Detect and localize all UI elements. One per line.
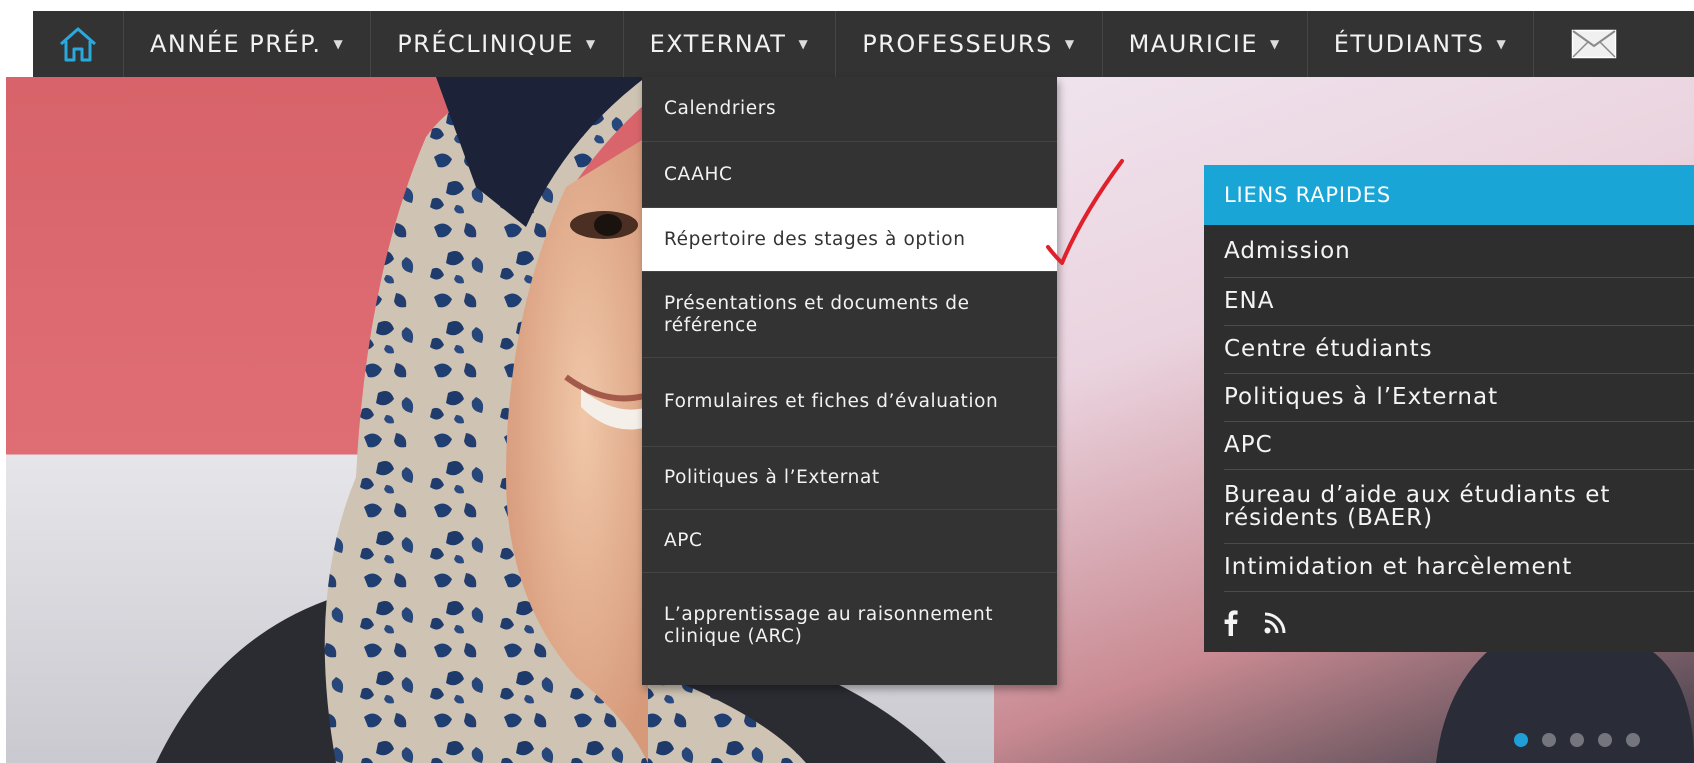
menu-item-presentations[interactable]: Présentations et documents de référence [642,272,1057,358]
nav-item-label: EXTERNAT [649,30,787,58]
nav-item-label: MAURICIE [1128,30,1259,58]
quick-link-label: Admission [1224,237,1351,264]
quick-link-intimidation[interactable]: Intimidation et harcèlement [1224,544,1694,592]
menu-item-label: L’apprentissage au raisonnement clinique… [664,604,994,647]
nav-item-label: PROFESSEURS [862,30,1053,58]
slider-dot[interactable] [1542,733,1556,747]
menu-item-caahc[interactable]: CAAHC [642,142,1057,208]
caret-down-icon: ▼ [798,37,810,51]
menu-item-formulaires[interactable]: Formulaires et fiches d’évaluation [642,358,1057,447]
menu-item-label: Politiques à l’Externat [664,467,880,488]
menu-item-label: Calendriers [664,98,777,119]
caret-down-icon: ▼ [1270,37,1281,51]
facebook-icon[interactable] [1224,610,1238,636]
menu-item-apc[interactable]: APC [642,510,1057,573]
nav-etudiants[interactable]: ÉTUDIANTS ▼ [1308,11,1535,77]
nav-item-label: ÉTUDIANTS [1333,30,1485,58]
caret-down-icon: ▼ [1496,37,1508,51]
menu-item-label: APC [664,530,703,551]
rss-icon[interactable] [1264,612,1286,634]
quick-links-panel: LIENS RAPIDES Admission ENA Centre étudi… [1204,165,1694,652]
caret-down-icon: ▼ [585,37,597,51]
contact-button[interactable] [1534,11,1654,77]
menu-item-calendriers[interactable]: Calendriers [642,77,1057,142]
caret-down-icon: ▼ [1064,37,1076,51]
main-navigation: ANNÉE PRÉP. ▼ PRÉCLINIQUE ▼ EXTERNAT ▼ P… [33,11,1694,77]
menu-item-repertoire-stages[interactable]: Répertoire des stages à option [642,208,1057,272]
nav-professeurs[interactable]: PROFESSEURS ▼ [836,11,1103,77]
menu-item-label: Présentations et documents de référence [664,292,970,336]
social-links [1224,592,1694,654]
nav-item-label: PRÉCLINIQUE [397,30,574,58]
slider-dot[interactable] [1598,733,1612,747]
caret-down-icon: ▼ [333,37,345,51]
mail-icon [1571,29,1617,59]
nav-mauricie[interactable]: MAURICIE ▼ [1103,11,1308,77]
nav-item-label: ANNÉE PRÉP. [150,30,322,58]
quick-link-admission[interactable]: Admission [1224,225,1694,278]
home-button[interactable] [33,11,124,77]
menu-item-label: Formulaires et fiches d’évaluation [664,391,999,412]
menu-item-label: CAAHC [664,163,733,185]
nav-annee-prep[interactable]: ANNÉE PRÉP. ▼ [124,11,372,77]
red-checkmark-annotation [1046,159,1124,265]
quick-link-label: Bureau d’aide aux étudiants et résidents… [1224,481,1611,531]
quick-link-ena[interactable]: ENA [1224,278,1694,326]
menu-item-label: Répertoire des stages à option [664,228,966,250]
menu-item-politiques[interactable]: Politiques à l’Externat [642,447,1057,510]
quick-link-label: Politiques à l’Externat [1224,384,1499,410]
slider-dot[interactable] [1514,733,1528,747]
quick-link-label: APC [1224,432,1273,458]
slider-dot[interactable] [1626,733,1640,747]
slider-dot[interactable] [1570,733,1584,747]
quick-link-baer[interactable]: Bureau d’aide aux étudiants et résidents… [1224,470,1694,544]
quick-link-label: ENA [1224,288,1275,314]
slider-dots [1514,733,1640,747]
quick-link-politiques[interactable]: Politiques à l’Externat [1224,374,1694,422]
nav-externat[interactable]: EXTERNAT ▼ [623,11,837,77]
externat-dropdown-menu: Calendriers CAAHC Répertoire des stages … [642,77,1057,685]
nav-preclinique[interactable]: PRÉCLINIQUE ▼ [371,11,624,77]
quick-link-label: Centre étudiants [1224,336,1433,362]
quick-links-list: Admission ENA Centre étudiants Politique… [1224,225,1694,654]
home-icon [60,27,96,62]
quick-link-apc[interactable]: APC [1224,422,1694,470]
quick-link-label: Intimidation et harcèlement [1224,554,1573,580]
quick-link-centre-etudiants[interactable]: Centre étudiants [1224,326,1694,374]
quick-links-title: LIENS RAPIDES [1204,165,1694,225]
menu-item-arc[interactable]: L’apprentissage au raisonnement clinique… [642,573,1057,679]
